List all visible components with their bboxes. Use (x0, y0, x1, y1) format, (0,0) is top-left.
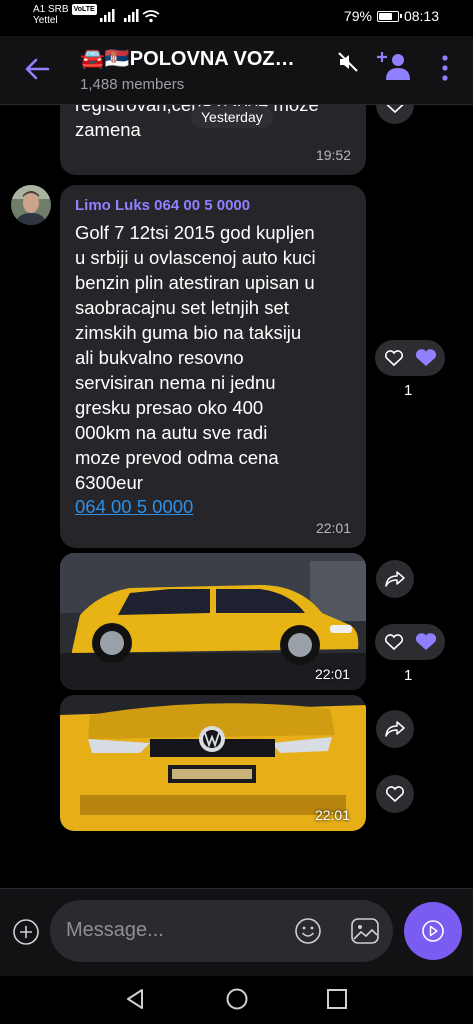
message-time: 22:01 (315, 520, 351, 536)
send-icon (422, 920, 444, 942)
emoji-icon[interactable] (294, 917, 322, 945)
members-count[interactable]: 1,488 members (80, 76, 184, 93)
share-button[interactable] (376, 560, 414, 598)
message-placeholder[interactable]: Message... (66, 919, 164, 942)
sender-avatar[interactable] (11, 185, 51, 225)
reaction-pill[interactable] (375, 624, 445, 660)
plus-icon[interactable] (12, 918, 40, 946)
back-arrow-icon[interactable] (24, 58, 50, 80)
nav-back-icon[interactable] (124, 988, 146, 1010)
message-text: Golf 7 12tsi 2015 god kupljen u srbiji u… (75, 222, 316, 493)
battery-icon (376, 10, 402, 22)
car-photo-front[interactable]: 22:01 (60, 695, 366, 831)
chat-header: 🚘🇷🇸POLOVNA VOZ… 1,488 members (0, 36, 473, 104)
reaction-pill[interactable] (375, 340, 445, 376)
heart-button[interactable] (376, 775, 414, 813)
message-bubble[interactable]: Limo Luks 064 00 5 0000 Golf 7 12tsi 201… (60, 185, 366, 548)
share-icon (385, 571, 405, 587)
photo-time: 22:01 (314, 666, 350, 682)
status-bar: A1 SRB VoLTE Yettel 79% 08:13 (0, 0, 473, 36)
chat-title[interactable]: 🚘🇷🇸POLOVNA VOZ… (80, 46, 295, 71)
phone-link[interactable]: 064 00 5 0000 (75, 494, 193, 519)
liked-heart-icon[interactable] (414, 632, 438, 652)
reaction-count: 1 (404, 667, 413, 684)
add-member-icon[interactable] (376, 50, 410, 82)
sticker-icon[interactable] (350, 917, 380, 945)
operator2: Yettel (33, 15, 58, 26)
share-button[interactable] (376, 710, 414, 748)
liked-heart-icon[interactable] (414, 348, 438, 368)
battery-percent: 79% (343, 8, 372, 24)
share-icon (385, 721, 405, 737)
operator1: A1 SRB (33, 4, 69, 15)
status-right: 79% 08:13 (344, 8, 439, 24)
car-photo-side[interactable]: 22:01 (60, 553, 366, 690)
heart-icon (385, 786, 405, 803)
more-icon[interactable] (441, 54, 449, 82)
system-nav-bar (0, 976, 473, 1024)
heart-icon[interactable] (384, 349, 404, 367)
sender-name[interactable]: Limo Luks 064 00 5 0000 (75, 197, 250, 214)
mute-icon[interactable] (337, 51, 359, 73)
message-time: 19:52 (315, 147, 351, 163)
clock: 08:13 (403, 8, 439, 24)
photo-time: 22:01 (314, 807, 350, 823)
heart-icon[interactable] (384, 633, 404, 651)
operator-info: A1 SRB VoLTE Yettel (33, 4, 97, 26)
volte-badge: VoLTE (71, 4, 97, 15)
reaction-count: 1 (404, 382, 413, 399)
send-button[interactable] (404, 902, 462, 960)
nav-home-icon[interactable] (225, 987, 249, 1011)
date-separator: Yesterday (191, 106, 273, 128)
nav-recents-icon[interactable] (326, 988, 348, 1010)
signal-wifi-icons (100, 9, 160, 23)
